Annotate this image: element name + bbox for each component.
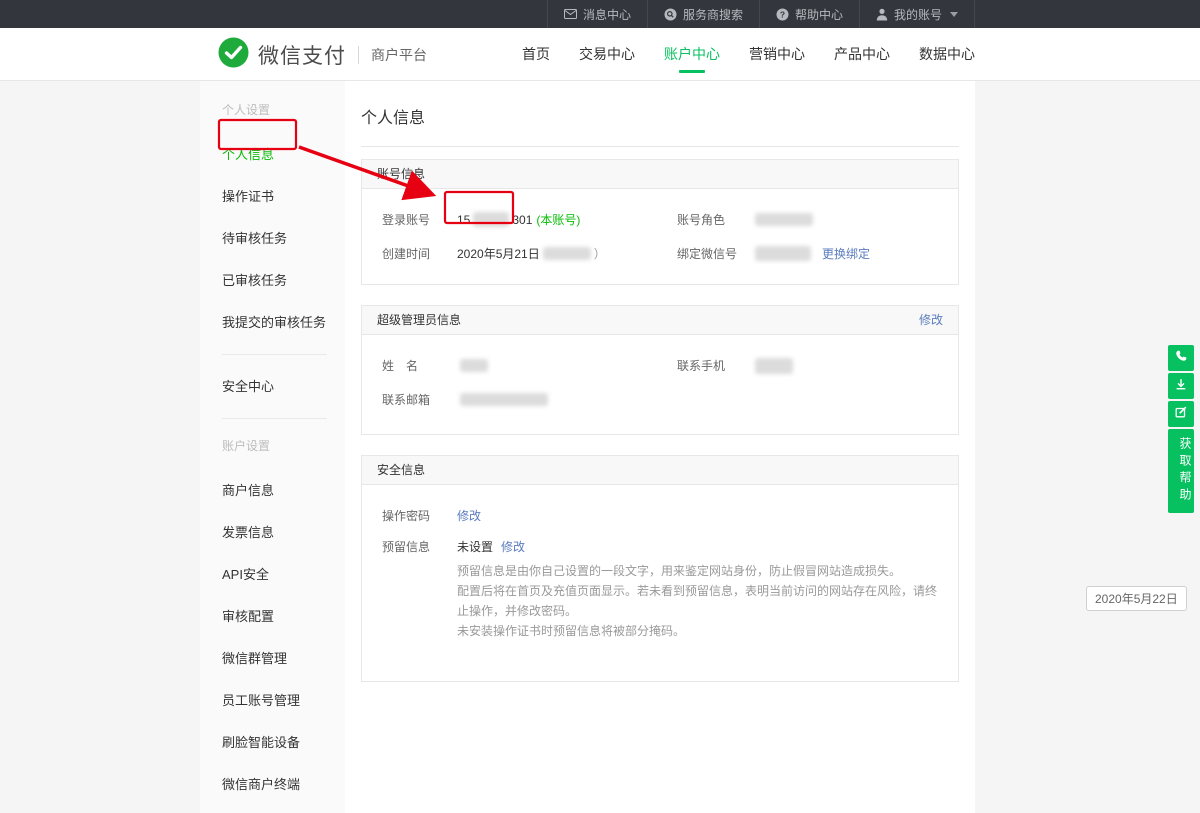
- topbar: 消息中心 服务商搜索 ? 帮助中心 我的账号: [0, 0, 1200, 28]
- topbar-item-my-account[interactable]: 我的账号: [859, 0, 975, 28]
- account-role-value: [752, 213, 816, 226]
- sidebar-item-personal-info[interactable]: 个人信息: [222, 141, 345, 168]
- reserved-info-status: 未设置: [457, 538, 493, 555]
- reserved-info-edit-link[interactable]: 修改: [501, 538, 525, 555]
- brand-divider: [358, 46, 359, 64]
- title-divider: [361, 146, 959, 147]
- nav-item-data-center[interactable]: 数据中心: [919, 28, 975, 81]
- login-account-label: 登录账号: [382, 211, 457, 228]
- nav-item-home[interactable]: 首页: [522, 28, 550, 81]
- contact-email-value: [457, 393, 551, 406]
- account-info-card-title: 账号信息: [377, 160, 425, 188]
- operation-password-edit-link[interactable]: 修改: [457, 507, 481, 524]
- sidebar-item-wechat-group-management[interactable]: 微信群管理: [222, 645, 345, 672]
- admin-name-label: 姓 名: [382, 357, 457, 374]
- sidebar-item-staff-account-management[interactable]: 员工账号管理: [222, 687, 345, 714]
- redacted-created-time: [543, 247, 591, 260]
- redacted-account-role: [755, 213, 813, 226]
- sidebar-divider: [222, 418, 327, 419]
- bound-wechat-label: 绑定微信号: [677, 245, 752, 262]
- contact-phone-value: [752, 358, 796, 374]
- download-button[interactable]: [1168, 373, 1194, 399]
- account-role-label: 账号角色: [677, 211, 752, 228]
- wechat-pay-logo-icon: [218, 37, 249, 73]
- sidebar-item-security-center[interactable]: 安全中心: [222, 373, 345, 400]
- hotline-button[interactable]: [1168, 345, 1194, 371]
- nav-item-marketing-center[interactable]: 营销中心: [749, 28, 805, 81]
- contact-email-label: 联系邮箱: [382, 391, 457, 408]
- brand-platform: 商户平台: [371, 45, 427, 65]
- brand-name: 微信支付: [258, 40, 346, 70]
- brand[interactable]: 微信支付 商户平台: [218, 37, 427, 73]
- super-admin-edit-link[interactable]: 修改: [919, 306, 943, 334]
- created-time-label: 创建时间: [382, 245, 457, 262]
- nav-item-transaction-center[interactable]: 交易中心: [579, 28, 635, 81]
- download-icon: [1174, 377, 1188, 396]
- security-info-card-title: 安全信息: [377, 456, 425, 484]
- get-help-button[interactable]: 获取帮助: [1168, 429, 1194, 513]
- operation-password-label: 操作密码: [382, 507, 457, 524]
- contact-phone-label: 联系手机: [677, 357, 752, 374]
- nav-item-account-center[interactable]: 账户中心: [664, 28, 720, 81]
- page-title: 个人信息: [361, 104, 959, 128]
- nav-item-product-center[interactable]: 产品中心: [834, 28, 890, 81]
- feedback-edit-icon: [1174, 405, 1188, 424]
- user-icon: [876, 8, 888, 21]
- topbar-item-label: 我的账号: [894, 6, 942, 23]
- topbar-item-provider-search[interactable]: 服务商搜索: [647, 0, 759, 28]
- svg-text:?: ?: [780, 9, 785, 19]
- sidebar-group-title-account: 账户设置: [222, 437, 345, 454]
- help-icon: ?: [776, 8, 789, 21]
- sidebar: 个人设置 个人信息 操作证书 待审核任务 已审核任务 我提交的审核任务 安全中心…: [200, 81, 345, 813]
- sidebar-item-merchant-info[interactable]: 商户信息: [222, 477, 345, 504]
- topbar-item-label: 消息中心: [583, 6, 631, 23]
- topbar-item-label: 服务商搜索: [683, 6, 743, 23]
- redacted-wechat-id: [755, 246, 811, 261]
- redacted-contact-phone: [755, 358, 793, 374]
- main-panel: 个人信息 账号信息 登录账号 15 301 (: [345, 81, 975, 813]
- bound-wechat-value: 更换绑定: [752, 245, 870, 262]
- chevron-down-icon: [950, 12, 958, 17]
- sidebar-item-operation-certificate[interactable]: 操作证书: [222, 183, 345, 210]
- current-account-tag: (本账号): [536, 211, 580, 228]
- main-nav: 首页 交易中心 账户中心 营销中心 产品中心 数据中心: [493, 28, 975, 81]
- sidebar-item-wechat-merchant-terminal[interactable]: 微信商户终端: [222, 771, 345, 798]
- feedback-button[interactable]: [1168, 401, 1194, 427]
- sidebar-item-my-submitted-tasks[interactable]: 我提交的审核任务: [222, 309, 345, 336]
- topbar-item-help-center[interactable]: ? 帮助中心: [759, 0, 859, 28]
- float-help-widget: 获取帮助: [1168, 345, 1194, 513]
- sidebar-item-review-config[interactable]: 审核配置: [222, 603, 345, 630]
- redacted-admin-name: [460, 359, 488, 372]
- sidebar-group-title-personal: 个人设置: [222, 101, 345, 118]
- reserved-info-label: 预留信息: [382, 538, 457, 555]
- phone-icon: [1174, 349, 1188, 368]
- sidebar-item-reviewed-tasks[interactable]: 已审核任务: [222, 267, 345, 294]
- sidebar-item-face-smart-device[interactable]: 刷脸智能设备: [222, 729, 345, 756]
- admin-name-value: [457, 359, 491, 372]
- redacted-contact-email: [460, 393, 548, 406]
- security-info-card: 安全信息 操作密码 修改 预留信息: [361, 455, 959, 682]
- sidebar-item-invoice-info[interactable]: 发票信息: [222, 519, 345, 546]
- topbar-item-messages[interactable]: 消息中心: [547, 0, 647, 28]
- login-account-value: 15 301 (本账号): [457, 211, 580, 228]
- mail-icon: [564, 9, 577, 19]
- rebind-link[interactable]: 更换绑定: [822, 245, 870, 262]
- sidebar-item-pending-review-tasks[interactable]: 待审核任务: [222, 225, 345, 252]
- super-admin-card-title: 超级管理员信息: [377, 306, 461, 334]
- header: 微信支付 商户平台 首页 交易中心 账户中心 营销中心 产品中心 数据中心: [0, 28, 1200, 81]
- sidebar-item-api-security[interactable]: API安全: [222, 561, 345, 588]
- topbar-item-label: 帮助中心: [795, 6, 843, 23]
- search-icon: [664, 8, 677, 21]
- sidebar-divider: [222, 354, 327, 355]
- account-info-card: 账号信息 登录账号 15 301 (本账号): [361, 159, 959, 285]
- redacted-login-middle: [473, 212, 509, 227]
- super-admin-card: 超级管理员信息 修改 姓 名 联系手机: [361, 305, 959, 435]
- reserved-info-description: 预留信息是由你自己设置的一段文字，用来鉴定网站身份，防止假冒网站造成损失。 配置…: [457, 561, 938, 641]
- created-time-value: 2020年5月21日 ）: [457, 245, 606, 262]
